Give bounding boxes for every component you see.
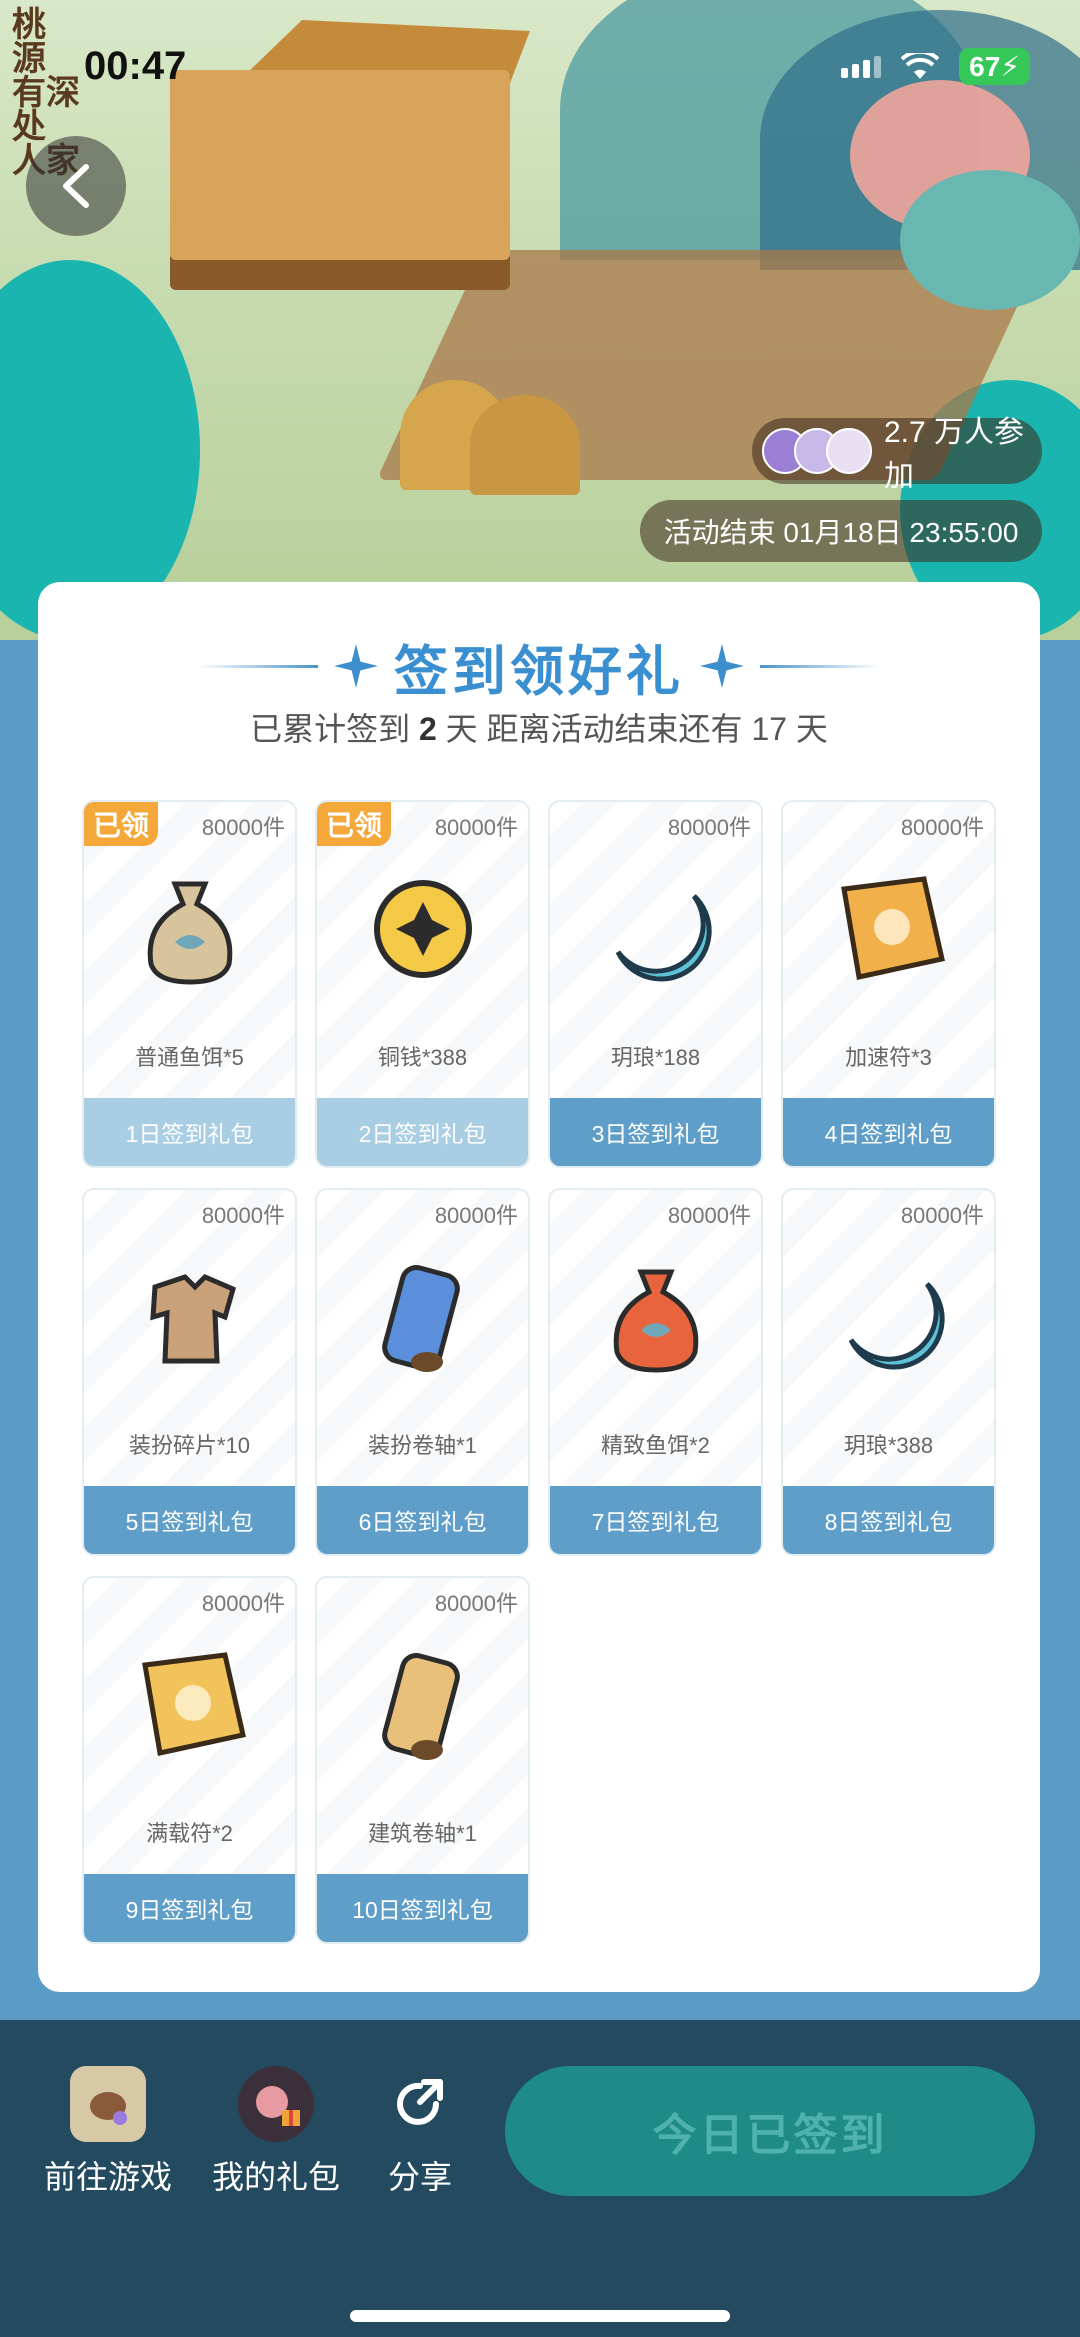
card-header: 签到领好礼 (38, 626, 1040, 706)
reward-name: 精致鱼饵*2 (601, 1433, 710, 1458)
battery-icon: 67⚡ (959, 48, 1030, 85)
reward-stock: 80000件 (900, 815, 984, 840)
speed-talisman-icon (783, 854, 994, 1004)
reward-day-label: 1日签到礼包 (84, 1098, 295, 1166)
reward-stock: 80000件 (434, 815, 518, 840)
avatar (826, 428, 872, 474)
reward-stock: 80000件 (201, 815, 285, 840)
reward-day-label: 9日签到礼包 (84, 1874, 295, 1942)
reward-card[interactable]: 已领 80000件普通鱼饵*5 1日签到礼包 (82, 800, 297, 1168)
reward-day-label: 5日签到礼包 (84, 1486, 295, 1554)
coin-icon (317, 854, 528, 1004)
checkin-card: 签到领好礼 已累计签到 2 天 距离活动结束还有 17 天 已领 80000件 普通… (38, 582, 1040, 1992)
reward-name: 玥琅*388 (843, 1433, 934, 1458)
checkin-summary: 已累计签到 2 天 距离活动结束还有 17 天 (250, 711, 828, 747)
event-end-time: 活动结束 01月18日 23:55:00 (640, 500, 1042, 562)
chevron-left-icon (63, 164, 89, 208)
fine-bait-bag-icon (550, 1242, 761, 1392)
reward-name: 玥琅*188 (610, 1045, 701, 1070)
reward-day-label: 8日签到礼包 (783, 1486, 994, 1554)
participants-count: 2.7 万人参加 (884, 416, 1025, 493)
divider (198, 664, 318, 668)
reward-card[interactable]: 80000件玥琅*388 8日签到礼包 (781, 1188, 996, 1556)
moon-gem-icon (783, 1242, 994, 1392)
days-signed: 2 (418, 711, 437, 747)
reward-stock: 80000件 (201, 1591, 285, 1616)
reward-card[interactable]: 80000件建筑卷轴*1 10日签到礼包 (315, 1576, 530, 1944)
gift-avatar-icon (238, 2066, 314, 2142)
reward-card[interactable]: 80000件满载符*2 9日签到礼包 (82, 1576, 297, 1944)
game-app-icon (70, 2066, 146, 2142)
claimed-badge: 已领 (317, 802, 391, 846)
bottom-bar: 前往游戏 我的礼包 分享 今日已签到 (0, 2020, 1080, 2337)
reward-card[interactable]: 80000件加速符*3 4日签到礼包 (781, 800, 996, 1168)
banner-pond (900, 170, 1080, 310)
go-to-game-button[interactable]: 前往游戏 (44, 2066, 172, 2198)
reward-name: 铜钱*388 (377, 1045, 468, 1070)
full-load-talisman-icon (84, 1630, 295, 1780)
banner-hut (470, 395, 580, 495)
home-indicator[interactable] (350, 2310, 730, 2322)
share-icon (382, 2066, 458, 2142)
reward-stock: 80000件 (434, 1203, 518, 1228)
reward-name: 普通鱼饵*5 (135, 1045, 244, 1070)
divider (760, 664, 880, 668)
participants-pill: 2.7 万人参加 (752, 416, 1042, 493)
status-time: 00:47 (84, 44, 187, 88)
reward-card[interactable]: 已领 80000件铜钱*388 2日签到礼包 (315, 800, 530, 1168)
reward-name: 满载符*2 (146, 1821, 233, 1846)
reward-card[interactable]: 80000件装扮碎片*10 5日签到礼包 (82, 1188, 297, 1556)
sparkle-icon (700, 644, 744, 688)
reward-day-label: 7日签到礼包 (550, 1486, 761, 1554)
status-bar: 00:47 67⚡ (0, 0, 1080, 130)
fish-bait-bag-icon (84, 854, 295, 1004)
reward-card[interactable]: 80000件装扮卷轴*1 6日签到礼包 (315, 1188, 530, 1556)
reward-day-label: 10日签到礼包 (317, 1874, 528, 1942)
outfit-scroll-icon (317, 1242, 528, 1392)
sparkle-icon (334, 644, 378, 688)
reward-stock: 80000件 (900, 1203, 984, 1228)
reward-card[interactable]: 80000件玥琅*188 3日签到礼包 (548, 800, 763, 1168)
reward-stock: 80000件 (434, 1591, 518, 1616)
reward-name: 加速符*3 (845, 1045, 932, 1070)
checked-in-today-button[interactable]: 今日已签到 (505, 2066, 1035, 2196)
reward-day-label: 6日签到礼包 (317, 1486, 528, 1554)
cellular-signal-icon (841, 55, 882, 78)
reward-grid: 已领 80000件 普通鱼饵*5 1日签到礼包 已领 80000件 铜钱*388 2日签到礼包… (82, 800, 998, 1944)
reward-name: 装扮卷轴*1 (368, 1433, 477, 1458)
reward-day-label: 2日签到礼包 (317, 1098, 528, 1166)
reward-card[interactable]: 80000件精致鱼饵*2 7日签到礼包 (548, 1188, 763, 1556)
reward-name: 装扮碎片*10 (128, 1433, 251, 1458)
wifi-icon (901, 52, 940, 79)
outfit-fragment-icon (84, 1242, 295, 1392)
reward-stock: 80000件 (201, 1203, 285, 1228)
back-button[interactable] (26, 136, 126, 236)
participant-avatars (762, 428, 872, 474)
claimed-badge: 已领 (84, 802, 158, 846)
reward-name: 建筑卷轴*1 (368, 1821, 477, 1846)
share-button[interactable]: 分享 (382, 2066, 458, 2198)
status-icons: 67⚡ (841, 48, 1030, 85)
my-gifts-button[interactable]: 我的礼包 (212, 2066, 340, 2198)
card-title: 签到领好礼 (394, 641, 684, 702)
reward-stock: 80000件 (667, 1203, 751, 1228)
reward-day-label: 4日签到礼包 (783, 1098, 994, 1166)
reward-day-label: 3日签到礼包 (550, 1098, 761, 1166)
moon-gem-icon (550, 854, 761, 1004)
building-scroll-icon (317, 1630, 528, 1780)
reward-stock: 80000件 (667, 815, 751, 840)
